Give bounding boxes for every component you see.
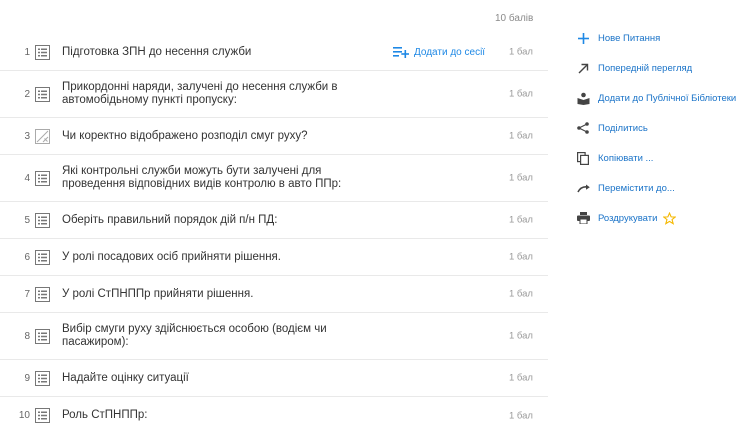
question-text[interactable]: Підготовка ЗПН до несення служби	[62, 46, 362, 59]
preview-button[interactable]: Попередній перегляд	[576, 61, 692, 75]
plus-icon	[576, 31, 590, 45]
share-label: Поділитись	[598, 122, 648, 134]
question-row-10[interactable]: 10 Роль СтПНППр: 1 бал	[0, 397, 548, 434]
share-button[interactable]: Поділитись	[576, 121, 648, 135]
image-icon	[33, 127, 51, 145]
star-icon[interactable]	[663, 211, 677, 225]
question-text[interactable]: Роль СтПНППр:	[62, 409, 362, 422]
list-icon	[33, 85, 51, 103]
question-points: 1 бал	[509, 46, 533, 58]
add-list-icon	[393, 47, 409, 58]
question-text[interactable]: Чи коректно відображено розподіл смуг ру…	[62, 130, 362, 143]
question-points: 1 бал	[509, 372, 533, 384]
add-to-library-button[interactable]: Додати до Публічної Бібліотеки	[576, 91, 736, 105]
share-icon	[576, 121, 590, 135]
question-number: 4	[24, 172, 30, 184]
move-arrow-icon	[576, 181, 590, 195]
list-icon	[33, 327, 51, 345]
new-question-button[interactable]: Нове Питання	[576, 31, 660, 45]
question-row-1[interactable]: 1 Підготовка ЗПН до несення служби Додат…	[0, 34, 548, 71]
list-icon	[33, 407, 51, 425]
question-number: 3	[24, 130, 30, 142]
question-text[interactable]: Прикордонні наряди, залучені до несення …	[62, 81, 362, 107]
question-points: 1 бал	[509, 288, 533, 300]
question-number: 2	[24, 88, 30, 100]
question-text[interactable]: Надайте оцінку ситуації	[62, 372, 362, 385]
question-number: 1	[24, 46, 30, 58]
question-number: 5	[24, 214, 30, 226]
question-number: 8	[24, 330, 30, 342]
question-points: 1 бал	[509, 410, 533, 421]
question-number: 7	[24, 288, 30, 300]
question-number: 9	[24, 372, 30, 384]
question-points: 1 бал	[509, 130, 533, 142]
printer-icon	[576, 211, 590, 225]
question-text[interactable]: Вибір смуги руху здійснюється особою (во…	[62, 323, 362, 349]
list-icon	[33, 211, 51, 229]
new-question-label: Нове Питання	[598, 32, 661, 44]
list-icon	[33, 248, 51, 266]
arrow-up-right-icon	[576, 61, 590, 75]
question-number: 6	[24, 251, 30, 263]
add-to-session-button[interactable]: Додати до сесії	[393, 46, 485, 58]
copy-button[interactable]: Копіювати ...	[576, 151, 653, 165]
question-row-9[interactable]: 9 Надайте оцінку ситуації 1 бал	[0, 360, 548, 397]
question-row-3[interactable]: 3 Чи коректно відображено розподіл смуг …	[0, 118, 548, 155]
question-points: 1 бал	[509, 88, 533, 100]
list-icon	[33, 285, 51, 303]
question-number: 10	[18, 410, 30, 421]
question-row-5[interactable]: 5 Оберіть правильний порядок дій п/н ПД:…	[0, 202, 548, 239]
question-points: 1 бал	[509, 172, 533, 184]
question-row-4[interactable]: 4 Які контрольні служби можуть бути залу…	[0, 155, 548, 202]
question-row-2[interactable]: 2 Прикордонні наряди, залучені до несенн…	[0, 71, 548, 118]
library-icon	[576, 91, 590, 105]
copy-icon	[576, 151, 590, 165]
question-row-6[interactable]: 6 У ролі посадових осіб прийняти рішення…	[0, 239, 548, 276]
copy-label: Копіювати ...	[598, 152, 654, 164]
print-label: Роздрукувати	[598, 212, 658, 224]
add-to-library-label: Додати до Публічної Бібліотеки	[598, 92, 737, 104]
question-points: 1 бал	[509, 214, 533, 226]
move-label: Перемістити до...	[598, 182, 675, 194]
question-list: 1 Підготовка ЗПН до несення служби Додат…	[0, 34, 548, 434]
preview-label: Попередній перегляд	[598, 62, 693, 74]
list-icon	[33, 169, 51, 187]
total-points: 10 балів	[495, 13, 534, 24]
print-button[interactable]: Роздрукувати	[576, 211, 677, 225]
move-button[interactable]: Перемістити до...	[576, 181, 675, 195]
add-to-session-label: Додати до сесії	[414, 46, 486, 58]
question-points: 1 бал	[509, 251, 533, 263]
question-points: 1 бал	[509, 330, 533, 342]
question-row-7[interactable]: 7 У ролі СтПНППр прийняти рішення. 1 бал	[0, 276, 548, 313]
list-icon	[33, 369, 51, 387]
list-icon	[33, 43, 51, 61]
question-text[interactable]: У ролі СтПНППр прийняти рішення.	[62, 288, 362, 301]
question-text[interactable]: Оберіть правильний порядок дій п/н ПД:	[62, 214, 362, 227]
question-text[interactable]: Які контрольні служби можуть бути залуче…	[62, 165, 362, 191]
question-text[interactable]: У ролі посадових осіб прийняти рішення.	[62, 251, 362, 264]
question-row-8[interactable]: 8 Вибір смуги руху здійснюється особою (…	[0, 313, 548, 360]
